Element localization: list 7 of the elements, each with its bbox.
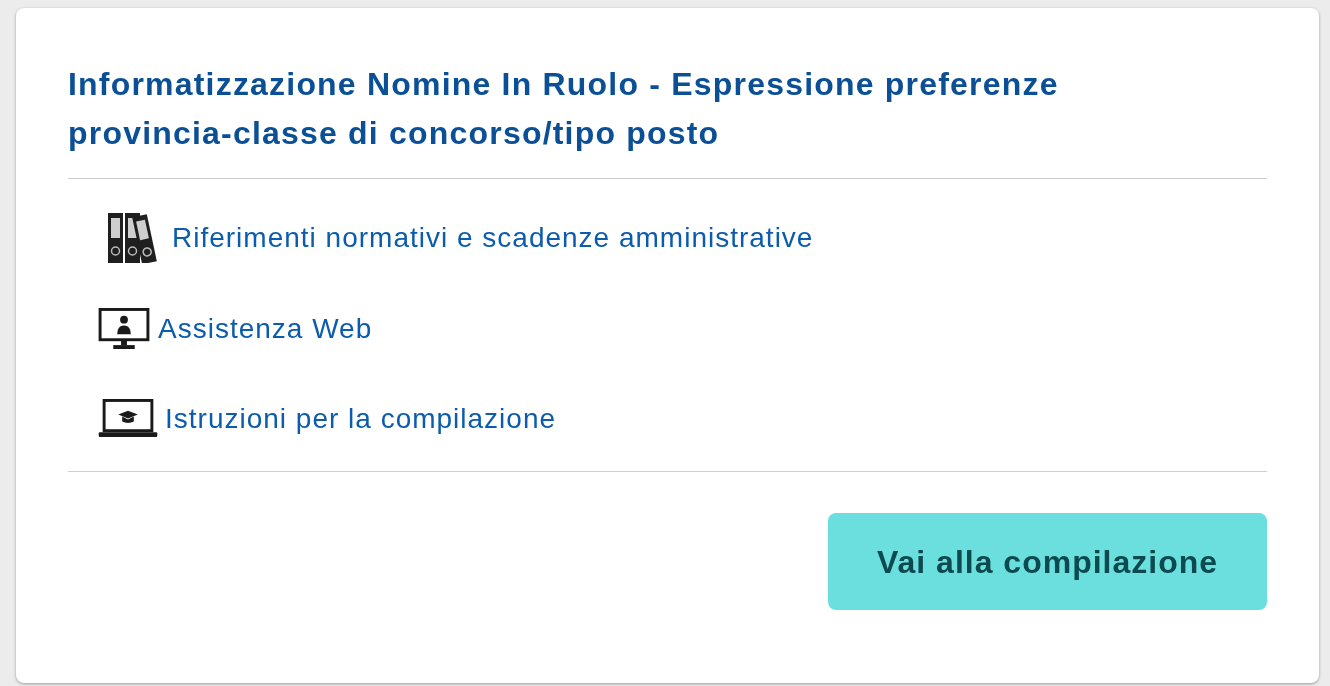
link[interactable]: Riferimenti normativi e scadenze amministrative <box>172 221 814 255</box>
monitor-user-icon <box>98 308 150 349</box>
link[interactable]: Istruzioni per la compilazione <box>165 401 557 436</box>
primary-button[interactable]: Vai alla compilazione <box>828 513 1267 610</box>
link[interactable]: Assistenza Web <box>158 311 373 346</box>
card-title: Informatizzazione Nomine In Ruolo - Espressione preferenze provincia-classe di concorso/tipo posto <box>68 65 1060 153</box>
laptop-graduation-cap-icon <box>98 399 158 438</box>
